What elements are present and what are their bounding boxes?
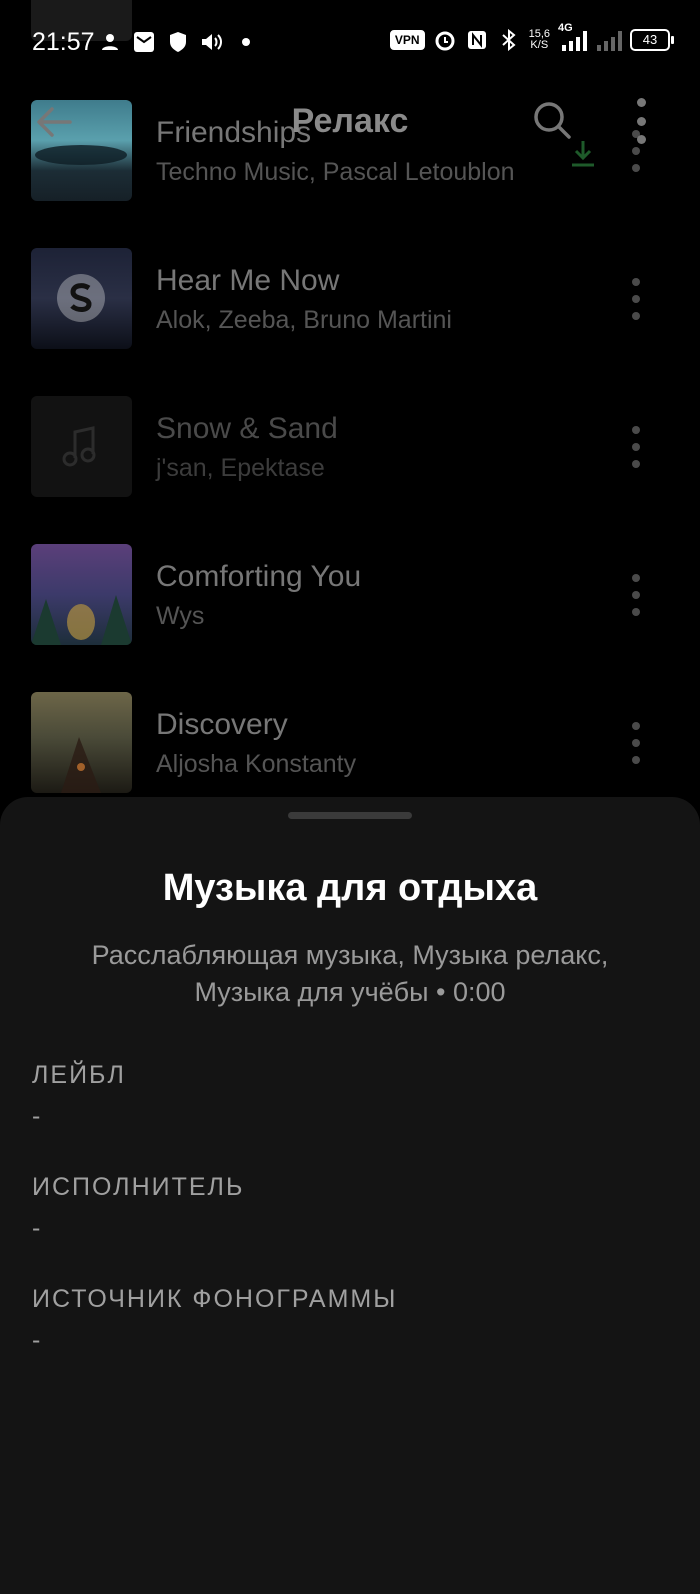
- field-source-info: ИСТОЧНИК ФОНОГРАММЫ -: [32, 1285, 397, 1355]
- field-label: ИСТОЧНИК ФОНОГРАММЫ: [32, 1285, 398, 1313]
- battery-level: 43: [630, 29, 674, 51]
- volume-icon: [200, 30, 224, 54]
- network-speed: 15,6 K/S: [529, 29, 550, 51]
- music-note-icon: [62, 426, 96, 467]
- alarm-icon: [433, 28, 457, 52]
- album-cover: [31, 248, 132, 349]
- field-label: ИСПОЛНИТЕЛЬ: [32, 1173, 245, 1201]
- track-artist: Alok, Zeeba, Bruno Martini: [156, 306, 452, 334]
- field-value: -: [32, 1214, 41, 1242]
- person-icon: [98, 30, 122, 54]
- signal-icon: [596, 28, 622, 52]
- track-menu-button[interactable]: [628, 722, 644, 764]
- list-item[interactable]: Snow & Sand j'san, Epektase: [0, 396, 700, 526]
- sheet-subtitle: Расслабляющая музыка, Музыка релакс, Муз…: [30, 937, 670, 1011]
- field-label: ЛЕЙБЛ: [32, 1061, 126, 1089]
- track-artist: Aljosha Konstanty: [156, 750, 357, 778]
- album-cover-placeholder: [31, 396, 132, 497]
- signal-4g-icon: 4G: [558, 22, 588, 52]
- dot-icon: [234, 30, 258, 54]
- status-time: 21:57: [32, 28, 95, 56]
- track-title: Hear Me Now: [156, 264, 340, 297]
- more-options-icon[interactable]: [633, 98, 649, 144]
- track-info-sheet: Музыка для отдыха Расслабляющая музыка, …: [0, 797, 700, 1594]
- list-item[interactable]: Comforting You Wys: [0, 544, 700, 674]
- track-menu-button[interactable]: [628, 574, 644, 616]
- nfc-icon: [465, 28, 489, 52]
- sheet-title: Музыка для отдыха: [162, 867, 538, 909]
- track-title: Snow & Sand: [156, 412, 338, 445]
- network-type: 4G: [558, 22, 573, 34]
- track-menu-button[interactable]: [628, 278, 644, 320]
- track-artist: j'san, Epektase: [156, 454, 325, 482]
- system-icons: VPN 15,6 K/S 4G 43: [389, 22, 674, 52]
- album-cover: [31, 544, 132, 645]
- bluetooth-icon: [497, 28, 521, 52]
- drag-handle[interactable]: [288, 812, 412, 819]
- vpn-badge: VPN: [389, 30, 425, 50]
- shield-icon: [166, 30, 190, 54]
- app-header: Релакс: [0, 88, 700, 158]
- subtitle-line-1: Расслабляющая музыка, Музыка релакс,: [91, 940, 609, 970]
- subtitle-line-2: Музыка для учёбы • 0:00: [194, 977, 506, 1007]
- track-title: Comforting You: [156, 560, 362, 593]
- mail-icon: [132, 30, 156, 54]
- track-artist: Techno Music, Pascal Letoublon: [156, 158, 515, 186]
- album-cover: [31, 692, 132, 793]
- notification-icons: [98, 30, 258, 54]
- field-artist-info: ИСПОЛНИТЕЛЬ -: [32, 1173, 244, 1243]
- track-artist: Wys: [156, 602, 205, 630]
- track-menu-button[interactable]: [628, 426, 644, 468]
- field-value: -: [32, 1326, 41, 1354]
- list-item[interactable]: Hear Me Now Alok, Zeeba, Bruno Martini: [0, 248, 700, 378]
- search-icon[interactable]: [530, 98, 574, 142]
- speed-unit: K/S: [530, 39, 549, 51]
- track-title: Discovery: [156, 708, 288, 741]
- page-title: Релакс: [291, 102, 409, 140]
- field-label-info: ЛЕЙБЛ -: [32, 1061, 126, 1131]
- status-bar: 21:57 VPN 15,6 K/S 4G 43: [0, 0, 700, 88]
- field-value: -: [32, 1102, 41, 1130]
